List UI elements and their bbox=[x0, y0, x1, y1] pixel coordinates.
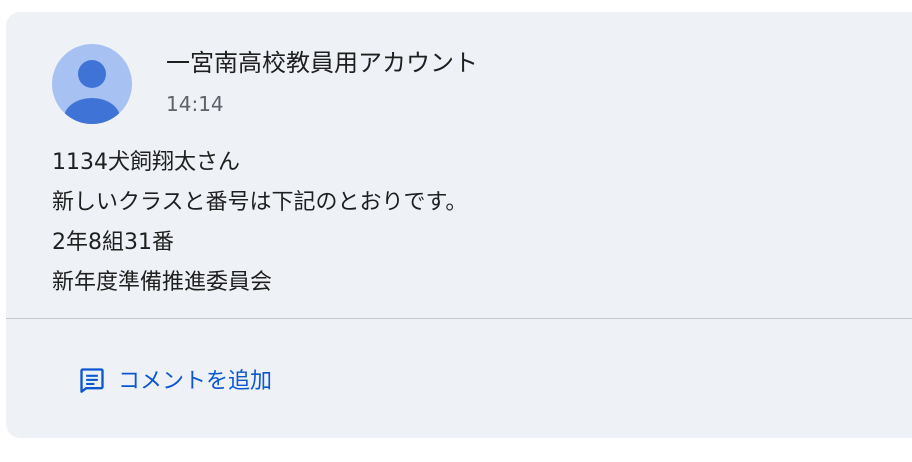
comment-icon bbox=[78, 366, 106, 398]
post-body-line: 新年度準備推進委員会 bbox=[52, 270, 273, 295]
announcement-card: 一宮南高校教員用アカウント 14:14 1134犬飼翔太さん 新しいクラスと番号… bbox=[6, 12, 912, 438]
divider bbox=[6, 318, 912, 319]
person-avatar-icon bbox=[52, 44, 132, 124]
post-body-line: 2年8組31番 bbox=[52, 230, 174, 255]
author-name: 一宮南高校教員用アカウント bbox=[166, 49, 478, 77]
post-body-line: 1134犬飼翔太さん bbox=[52, 150, 240, 175]
post-body-line: 新しいクラスと番号は下記のとおりです。 bbox=[52, 190, 468, 215]
add-comment-button[interactable]: コメントを追加 bbox=[78, 364, 272, 400]
add-comment-label: コメントを追加 bbox=[118, 369, 273, 394]
post-time: 14:14 bbox=[166, 92, 224, 116]
post-body: 1134犬飼翔太さん 新しいクラスと番号は下記のとおりです。 2年8組31番 新… bbox=[52, 143, 892, 303]
